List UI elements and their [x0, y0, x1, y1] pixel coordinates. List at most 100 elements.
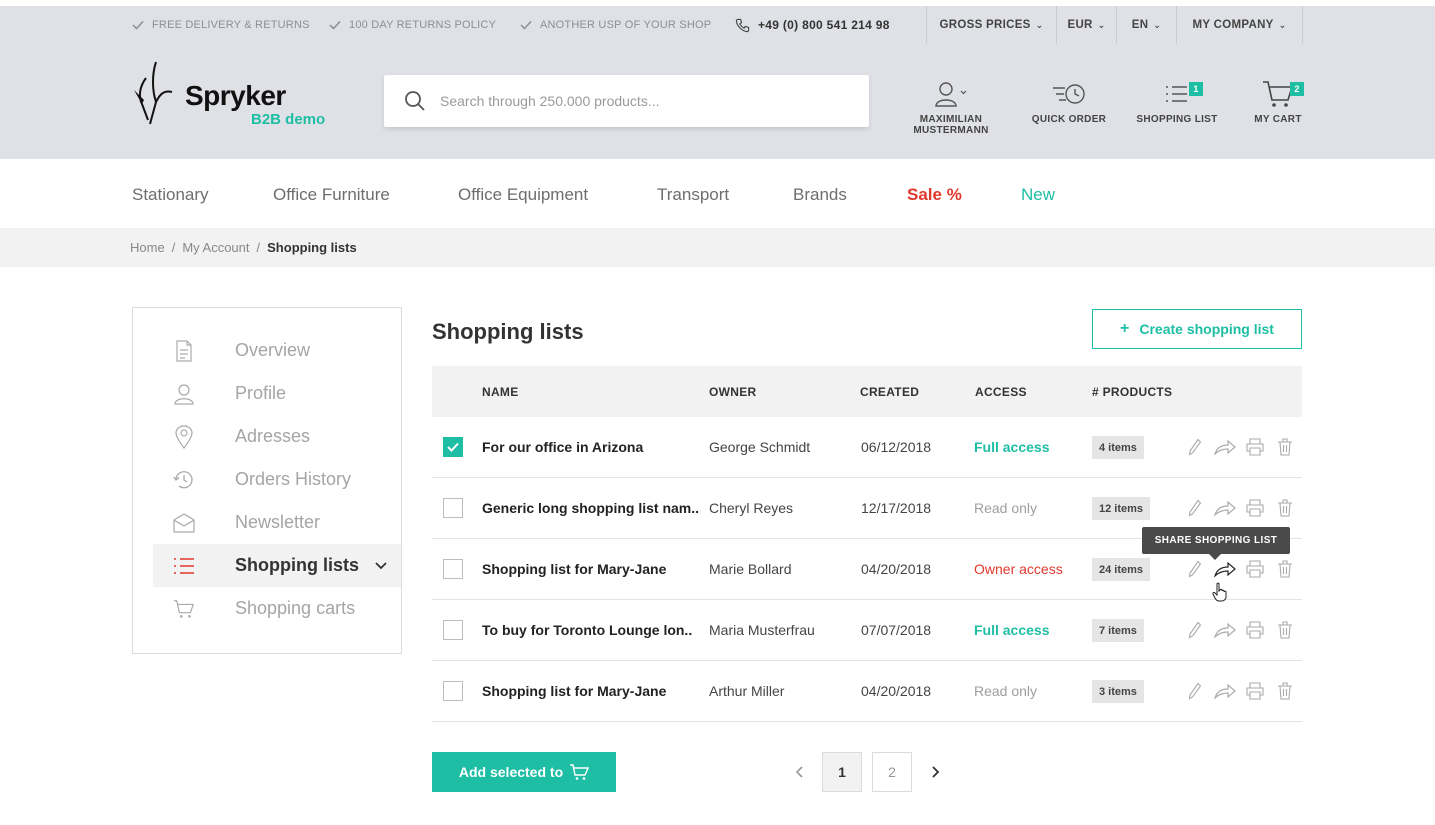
- nav-item-sale[interactable]: Sale %: [907, 185, 962, 205]
- sidebar-item-newsletter[interactable]: Newsletter: [153, 501, 401, 544]
- trash-icon[interactable]: [1277, 560, 1293, 578]
- pagination-next[interactable]: [924, 752, 948, 792]
- breadcrumb-my-account[interactable]: My Account: [182, 240, 249, 255]
- row-name[interactable]: Generic long shopping list nam..: [482, 500, 699, 516]
- share-button[interactable]: [1210, 561, 1240, 577]
- share-button[interactable]: [1210, 622, 1240, 638]
- row-name[interactable]: For our office in Arizona: [482, 439, 643, 455]
- trash-icon[interactable]: [1277, 682, 1293, 700]
- sidebar-item-shopping-lists[interactable]: Shopping lists: [153, 544, 401, 587]
- user-menu[interactable]: MAXIMILIAN MUSTERMANN: [908, 80, 994, 136]
- table-row[interactable]: Shopping list for Mary-Jane Arthur Miller…: [432, 661, 1302, 722]
- row-access: Full access: [974, 622, 1050, 638]
- delete-button[interactable]: [1270, 560, 1300, 578]
- print-button[interactable]: [1240, 560, 1270, 578]
- print-icon[interactable]: [1246, 621, 1264, 639]
- row-name[interactable]: To buy for Toronto Lounge lon..: [482, 622, 692, 638]
- share-icon[interactable]: [1214, 561, 1236, 577]
- share-icon[interactable]: [1214, 500, 1236, 516]
- table-row[interactable]: For our office in Arizona George Schmidt 0…: [432, 417, 1302, 478]
- row-checkbox[interactable]: [443, 437, 463, 457]
- hand-cursor-icon: [1212, 582, 1227, 602]
- delete-button[interactable]: [1270, 682, 1300, 700]
- delete-button[interactable]: [1270, 499, 1300, 517]
- share-button[interactable]: [1210, 683, 1240, 699]
- edit-button[interactable]: [1180, 438, 1210, 456]
- sidebar-item-shopping-carts[interactable]: Shopping carts: [153, 587, 401, 630]
- print-button[interactable]: [1240, 499, 1270, 517]
- pagination-page-1[interactable]: 1: [822, 752, 862, 792]
- sidebar-item-label: Profile: [235, 383, 287, 403]
- column-header-created[interactable]: CREATED: [860, 385, 919, 399]
- nav-item-office-furniture[interactable]: Office Furniture: [273, 185, 390, 205]
- nav-item-new[interactable]: New: [1021, 185, 1055, 205]
- cart-link[interactable]: 2 MY CART: [1248, 80, 1308, 125]
- pagination-page-2[interactable]: 2: [872, 752, 912, 792]
- delete-button[interactable]: [1270, 438, 1300, 456]
- breadcrumb-home[interactable]: Home: [130, 240, 165, 255]
- print-button[interactable]: [1240, 438, 1270, 456]
- edit-button[interactable]: [1180, 499, 1210, 517]
- share-icon[interactable]: [1214, 439, 1236, 455]
- column-header-access[interactable]: ACCESS: [975, 385, 1027, 399]
- company-dropdown[interactable]: MY COMPANY ⌄: [1176, 6, 1303, 44]
- row-checkbox[interactable]: [443, 681, 463, 701]
- pagination-prev[interactable]: [787, 752, 811, 792]
- edit-button[interactable]: [1180, 560, 1210, 578]
- print-icon[interactable]: [1246, 560, 1264, 578]
- trash-icon[interactable]: [1277, 438, 1293, 456]
- print-button[interactable]: [1240, 621, 1270, 639]
- language-dropdown[interactable]: EN ⌄: [1116, 6, 1176, 44]
- print-button[interactable]: [1240, 682, 1270, 700]
- trash-icon[interactable]: [1277, 621, 1293, 639]
- row-checkbox[interactable]: [443, 559, 463, 579]
- edit-button[interactable]: [1180, 682, 1210, 700]
- edit-icon[interactable]: [1188, 560, 1202, 578]
- share-button[interactable]: [1210, 439, 1240, 455]
- row-name[interactable]: Shopping list for Mary-Jane: [482, 683, 666, 699]
- nav-item-stationary[interactable]: Stationary: [132, 185, 209, 205]
- row-checkbox[interactable]: [443, 498, 463, 518]
- sidebar-item-addresses[interactable]: Adresses: [153, 415, 401, 458]
- sidebar-item-profile[interactable]: Profile: [153, 372, 401, 415]
- share-icon[interactable]: [1214, 683, 1236, 699]
- create-shopping-list-button[interactable]: + Create shopping list: [1092, 309, 1302, 349]
- sidebar-item-orders-history[interactable]: Orders History: [153, 458, 401, 501]
- column-header-name[interactable]: NAME: [482, 385, 519, 399]
- edit-button[interactable]: [1180, 621, 1210, 639]
- search-bar[interactable]: [384, 75, 869, 127]
- nav-item-transport[interactable]: Transport: [657, 185, 729, 205]
- currency-dropdown[interactable]: EUR ⌄: [1056, 6, 1116, 44]
- row-checkbox[interactable]: [443, 620, 463, 640]
- nav-item-brands[interactable]: Brands: [793, 185, 847, 205]
- shopping-list-link[interactable]: 1 SHOPPING LIST: [1134, 80, 1220, 125]
- share-button[interactable]: [1210, 500, 1240, 516]
- column-header-owner[interactable]: OWNER: [709, 385, 757, 399]
- quick-order-link[interactable]: QUICK ORDER: [1029, 80, 1109, 125]
- phone-number[interactable]: +49 (0) 800 541 214 98: [735, 6, 890, 44]
- sidebar-item-overview[interactable]: Overview: [153, 329, 401, 372]
- create-shopping-list-label: Create shopping list: [1139, 321, 1274, 337]
- logo[interactable]: Spryker B2B demo: [130, 60, 330, 130]
- row-actions: [1180, 619, 1300, 641]
- list-icon: [1166, 86, 1187, 102]
- edit-icon[interactable]: [1188, 682, 1202, 700]
- nav-item-office-equipment[interactable]: Office Equipment: [458, 185, 588, 205]
- row-name[interactable]: Shopping list for Mary-Jane: [482, 561, 666, 577]
- print-icon[interactable]: [1246, 499, 1264, 517]
- phone-icon: [735, 18, 750, 32]
- trash-icon[interactable]: [1277, 499, 1293, 517]
- table-row[interactable]: To buy for Toronto Lounge lon.. Maria Mus…: [432, 600, 1302, 661]
- print-icon[interactable]: [1246, 438, 1264, 456]
- price-mode-dropdown[interactable]: GROSS PRICES ⌄: [926, 6, 1056, 44]
- search-input[interactable]: [440, 93, 840, 109]
- edit-icon[interactable]: [1188, 438, 1202, 456]
- add-selected-to-cart-button[interactable]: Add selected to: [432, 752, 616, 792]
- check-icon: [132, 20, 144, 30]
- edit-icon[interactable]: [1188, 621, 1202, 639]
- share-icon[interactable]: [1214, 622, 1236, 638]
- print-icon[interactable]: [1246, 682, 1264, 700]
- edit-icon[interactable]: [1188, 499, 1202, 517]
- chevron-down-icon[interactable]: [375, 559, 387, 573]
- delete-button[interactable]: [1270, 621, 1300, 639]
